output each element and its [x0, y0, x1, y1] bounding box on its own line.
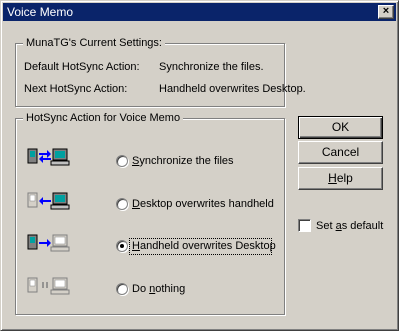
cancel-button[interactable]: Cancel [298, 141, 383, 164]
hotsync-action-legend: HotSync Action for Voice Memo [23, 111, 184, 125]
current-settings-group: MunaTG's Current Settings: Default HotSy… [15, 36, 306, 107]
option-handheld-overwrites-label[interactable]: Handheld overwrites Desktop [132, 239, 276, 253]
radio-handheld-overwrites[interactable] [116, 240, 128, 252]
radio-desktop-overwrites[interactable] [116, 198, 128, 210]
do-nothing-icon [27, 277, 70, 295]
title-bar[interactable]: Voice Memo × [3, 3, 396, 21]
sync-both-icon [27, 148, 70, 166]
close-button[interactable]: × [378, 5, 394, 19]
desktop-overwrites-icon [27, 192, 70, 210]
help-button[interactable]: Help [298, 167, 383, 190]
next-action-label: Next HotSync Action: [24, 83, 128, 95]
default-action-label: Default HotSync Action: [24, 61, 140, 73]
radio-selected-dot [120, 244, 124, 248]
option-synchronize-label[interactable]: Synchronize the files [132, 154, 234, 168]
ok-button[interactable]: OK [298, 116, 383, 139]
current-settings-legend: MunaTG's Current Settings: [23, 36, 165, 50]
hotsync-action-group: HotSync Action for Voice Memo Synchroniz… [15, 111, 285, 315]
close-icon: × [382, 5, 390, 17]
option-do-nothing-label[interactable]: Do nothing [132, 282, 185, 296]
handheld-overwrites-icon [27, 234, 70, 252]
radio-do-nothing[interactable] [116, 283, 128, 295]
radio-synchronize[interactable] [116, 155, 128, 167]
voice-memo-dialog: Voice Memo × MunaTG's Current Settings: … [0, 0, 399, 331]
option-desktop-overwrites-label[interactable]: Desktop overwrites handheld [132, 197, 274, 211]
window-title: Voice Memo [7, 5, 74, 19]
set-as-default-checkbox[interactable] [298, 219, 311, 232]
default-action-value: Synchronize the files. [159, 61, 264, 73]
next-action-value: Handheld overwrites Desktop. [159, 83, 306, 95]
set-as-default-label[interactable]: Set as default [316, 219, 383, 233]
